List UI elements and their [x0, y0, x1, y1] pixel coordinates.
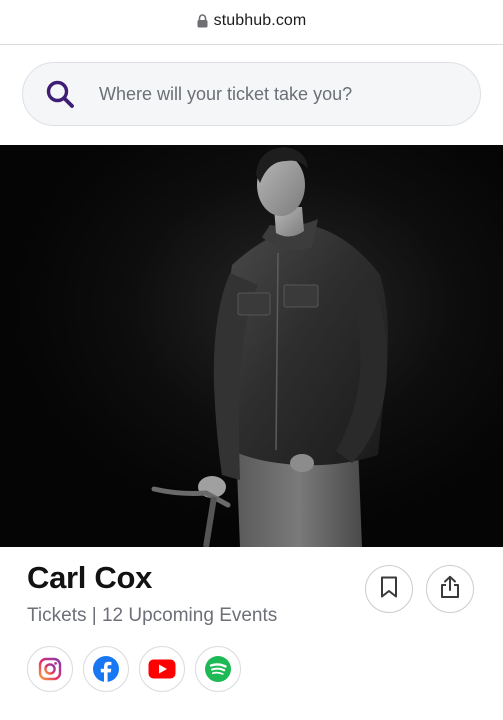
facebook-link[interactable]: [83, 646, 129, 692]
instagram-icon: [38, 657, 62, 681]
url-text: stubhub.com: [213, 12, 307, 29]
facebook-icon: [92, 655, 120, 683]
url-display[interactable]: stubhub.com: [197, 12, 307, 30]
spotify-icon: [204, 655, 232, 683]
bookmark-icon: [380, 576, 398, 603]
performer-photo: [0, 145, 503, 547]
youtube-icon: [148, 659, 176, 679]
performer-subtitle: Tickets | 12 Upcoming Events: [27, 605, 278, 626]
share-button[interactable]: [426, 565, 474, 613]
save-button[interactable]: [365, 565, 413, 613]
search-input[interactable]: [99, 83, 439, 105]
search-bar[interactable]: [22, 62, 481, 126]
lock-icon: [197, 14, 208, 28]
search-icon[interactable]: [45, 79, 75, 109]
spotify-link[interactable]: [195, 646, 241, 692]
youtube-link[interactable]: [139, 646, 185, 692]
performer-name: Carl Cox: [27, 560, 153, 595]
instagram-link[interactable]: [27, 646, 73, 692]
browser-address-bar[interactable]: stubhub.com: [0, 0, 503, 45]
share-icon: [439, 575, 461, 604]
